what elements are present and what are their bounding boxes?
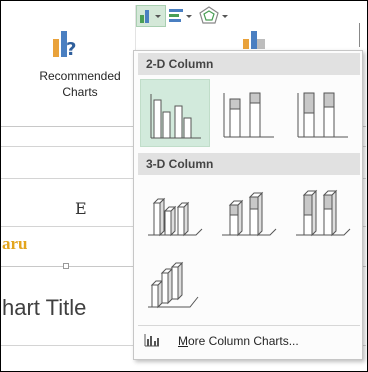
column-header-e[interactable]: E [75,199,87,218]
radar-chart-icon [199,6,228,24]
more-charts-accelerator: M [178,334,188,348]
recommended-charts-line1: Recommended [39,69,121,83]
bar-chart-dropdown-button[interactable] [167,7,195,30]
column-chart-icon [140,10,161,23]
chart-resize-handle[interactable] [63,263,69,269]
more-column-charts-item[interactable]: More Column Charts... [138,325,360,354]
more-charts-text: ore Column Charts... [188,334,299,348]
section-3d-column-header: 3-D Column [138,153,360,175]
clustered-column-icon [150,94,201,139]
column-chart-dropdown-button[interactable] [136,5,166,27]
more-column-charts-label: More Column Charts... [178,334,299,348]
recommended-charts-label[interactable]: Recommended Charts [21,68,139,100]
ribbon-edge [359,23,360,47]
100-stacked-column-option[interactable] [288,79,358,147]
3d-stacked-column-icon [222,191,277,237]
section-2d-column-header: 2-D Column [138,53,360,75]
cell-text[interactable]: aru [2,234,28,254]
3d-100-stacked-column-option[interactable] [288,179,358,247]
svg-text:?: ? [66,39,76,59]
3d-stacked-column-option[interactable] [214,179,284,247]
3d-clustered-column-option[interactable] [140,179,210,247]
column-chart-menu: 2-D Column 3-D Column More Column Charts… [133,50,363,360]
column-chart-small-icon [144,334,159,347]
3d-100-stacked-column-icon [296,189,351,237]
3d-clustered-column-icon [148,197,203,237]
recommended-charts-icon[interactable]: ? [51,27,81,64]
radar-chart-dropdown-button[interactable] [197,5,231,32]
3d-column-option[interactable] [140,251,210,319]
bar-chart-icon [169,9,192,22]
chart-title[interactable]: hart Title [2,295,86,321]
3d-column-icon [148,261,199,309]
clustered-column-option[interactable] [140,79,210,147]
recommended-charts-line2: Charts [62,85,98,99]
100-stacked-column-icon [297,92,348,138]
stacked-column-icon [223,92,274,138]
stacked-column-option[interactable] [214,79,284,147]
